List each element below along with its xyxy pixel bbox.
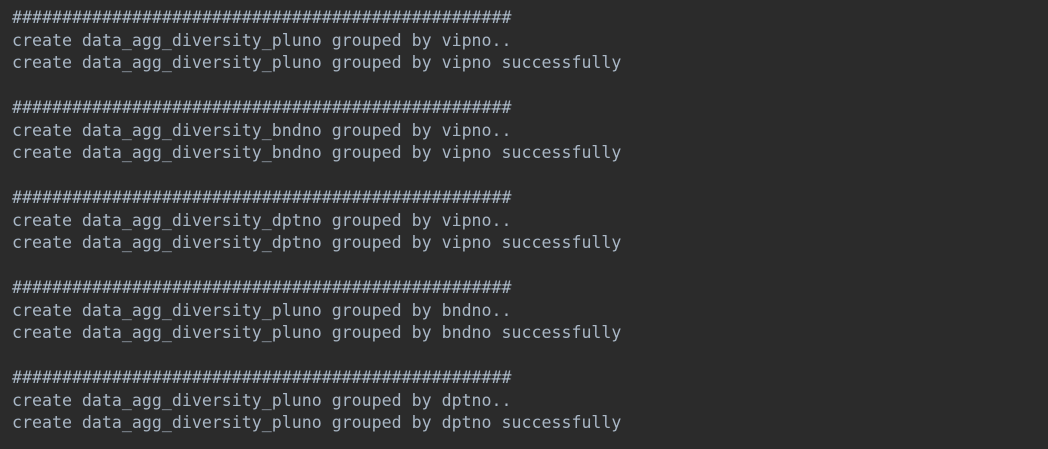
separator-line: ########################################…: [12, 368, 512, 387]
separator-line: ########################################…: [12, 278, 512, 297]
log-block: ########################################…: [12, 7, 1048, 75]
log-line-start: create data_agg_diversity_pluno grouped …: [12, 390, 512, 410]
log-line-start: create data_agg_diversity_dptno grouped …: [12, 210, 512, 230]
log-line-success: create data_agg_diversity_pluno grouped …: [12, 413, 622, 432]
log-block: ########################################…: [12, 277, 1048, 345]
log-line-success: create data_agg_diversity_pluno grouped …: [12, 323, 622, 342]
log-line-start: create data_agg_diversity_pluno grouped …: [12, 300, 512, 320]
console-output[interactable]: ########################################…: [0, 0, 1048, 449]
log-line-success: create data_agg_diversity_bndno grouped …: [12, 143, 622, 162]
log-block: ########################################…: [12, 187, 1048, 255]
separator-line: ########################################…: [12, 98, 512, 117]
log-line-start: create data_agg_diversity_bndno grouped …: [12, 120, 512, 140]
log-line-success: create data_agg_diversity_pluno grouped …: [12, 53, 622, 72]
separator-line: ########################################…: [12, 188, 512, 207]
separator-line: ########################################…: [12, 8, 512, 27]
log-line-start: create data_agg_diversity_pluno grouped …: [12, 30, 512, 50]
log-block: ########################################…: [12, 367, 1048, 435]
log-line-success: create data_agg_diversity_dptno grouped …: [12, 233, 622, 252]
log-block: ########################################…: [12, 97, 1048, 165]
